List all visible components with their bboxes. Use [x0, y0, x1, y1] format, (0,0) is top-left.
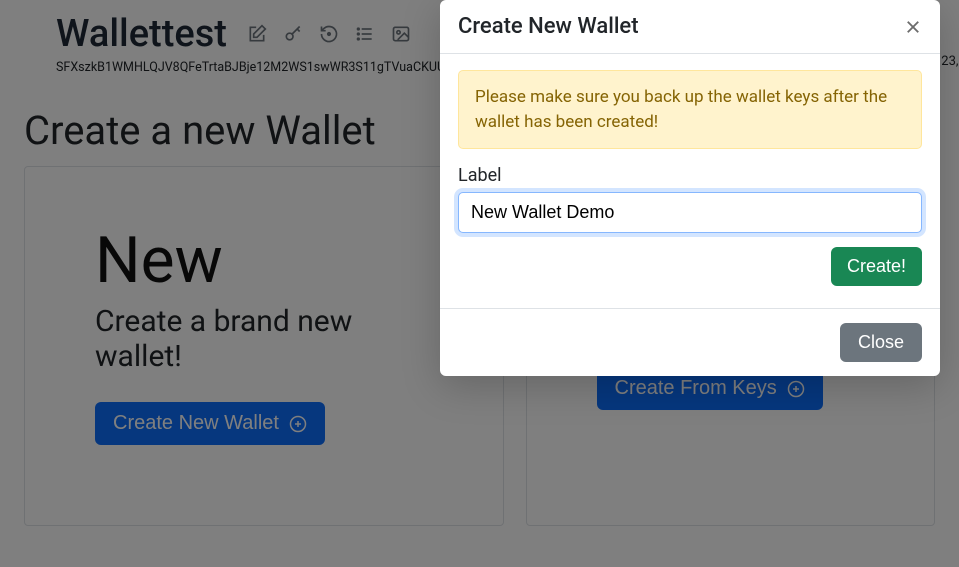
close-icon[interactable] — [904, 18, 922, 36]
modal-body: Please make sure you back up the wallet … — [440, 54, 940, 308]
close-button[interactable]: Close — [840, 323, 922, 362]
modal-header: Create New Wallet — [440, 0, 940, 54]
backup-warning-alert: Please make sure you back up the wallet … — [458, 70, 922, 149]
modal-title: Create New Wallet — [458, 14, 639, 39]
label-field-label: Label — [458, 165, 922, 186]
wallet-label-input[interactable] — [458, 192, 922, 233]
create-wallet-modal: Create New Wallet Please make sure you b… — [440, 0, 940, 376]
modal-footer: Close — [440, 308, 940, 376]
create-button[interactable]: Create! — [831, 247, 922, 286]
